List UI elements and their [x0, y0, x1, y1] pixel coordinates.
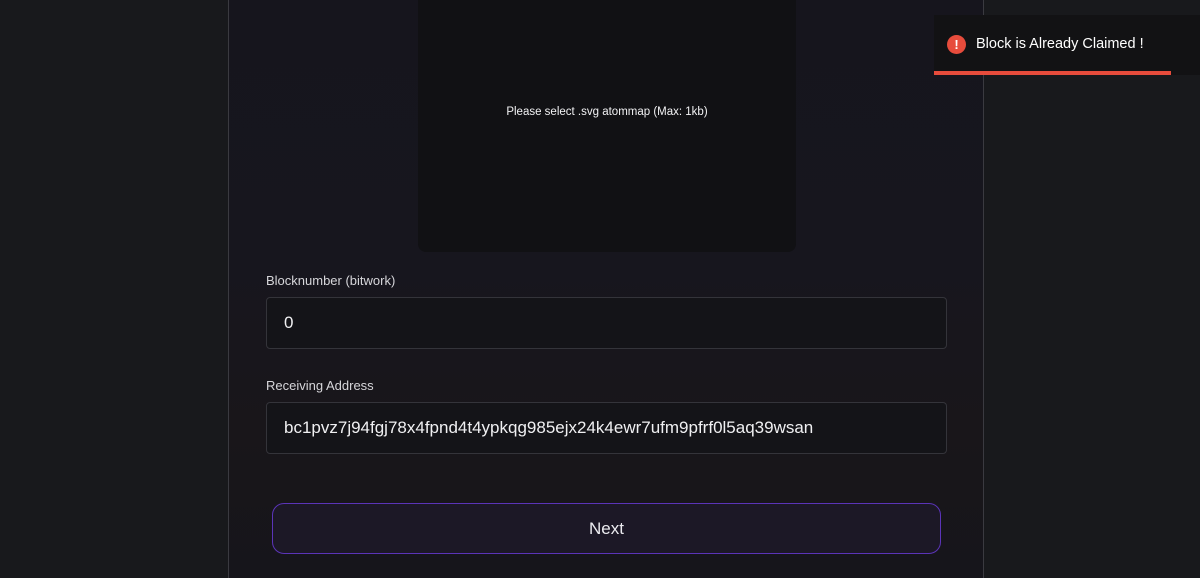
bitwork-label: Blocknumber (bitwork)	[266, 273, 396, 288]
error-toast[interactable]: ! Block is Already Claimed !	[934, 15, 1200, 75]
next-button[interactable]: Next	[272, 503, 941, 554]
receiving-address-label: Receiving Address	[266, 378, 374, 393]
svg-upload-dropzone[interactable]: Please select .svg atommap (Max: 1kb)	[418, 0, 796, 252]
mint-panel: Please select .svg atommap (Max: 1kb) Bl…	[228, 0, 984, 578]
bitwork-input[interactable]	[266, 297, 947, 349]
page: Please select .svg atommap (Max: 1kb) Bl…	[0, 0, 1200, 578]
receiving-address-input[interactable]	[266, 402, 947, 454]
error-icon: !	[947, 35, 966, 54]
toast-progress-bar	[934, 71, 1171, 75]
toast-message: Block is Already Claimed !	[976, 36, 1144, 52]
upload-prompt: Please select .svg atommap (Max: 1kb)	[506, 106, 708, 118]
